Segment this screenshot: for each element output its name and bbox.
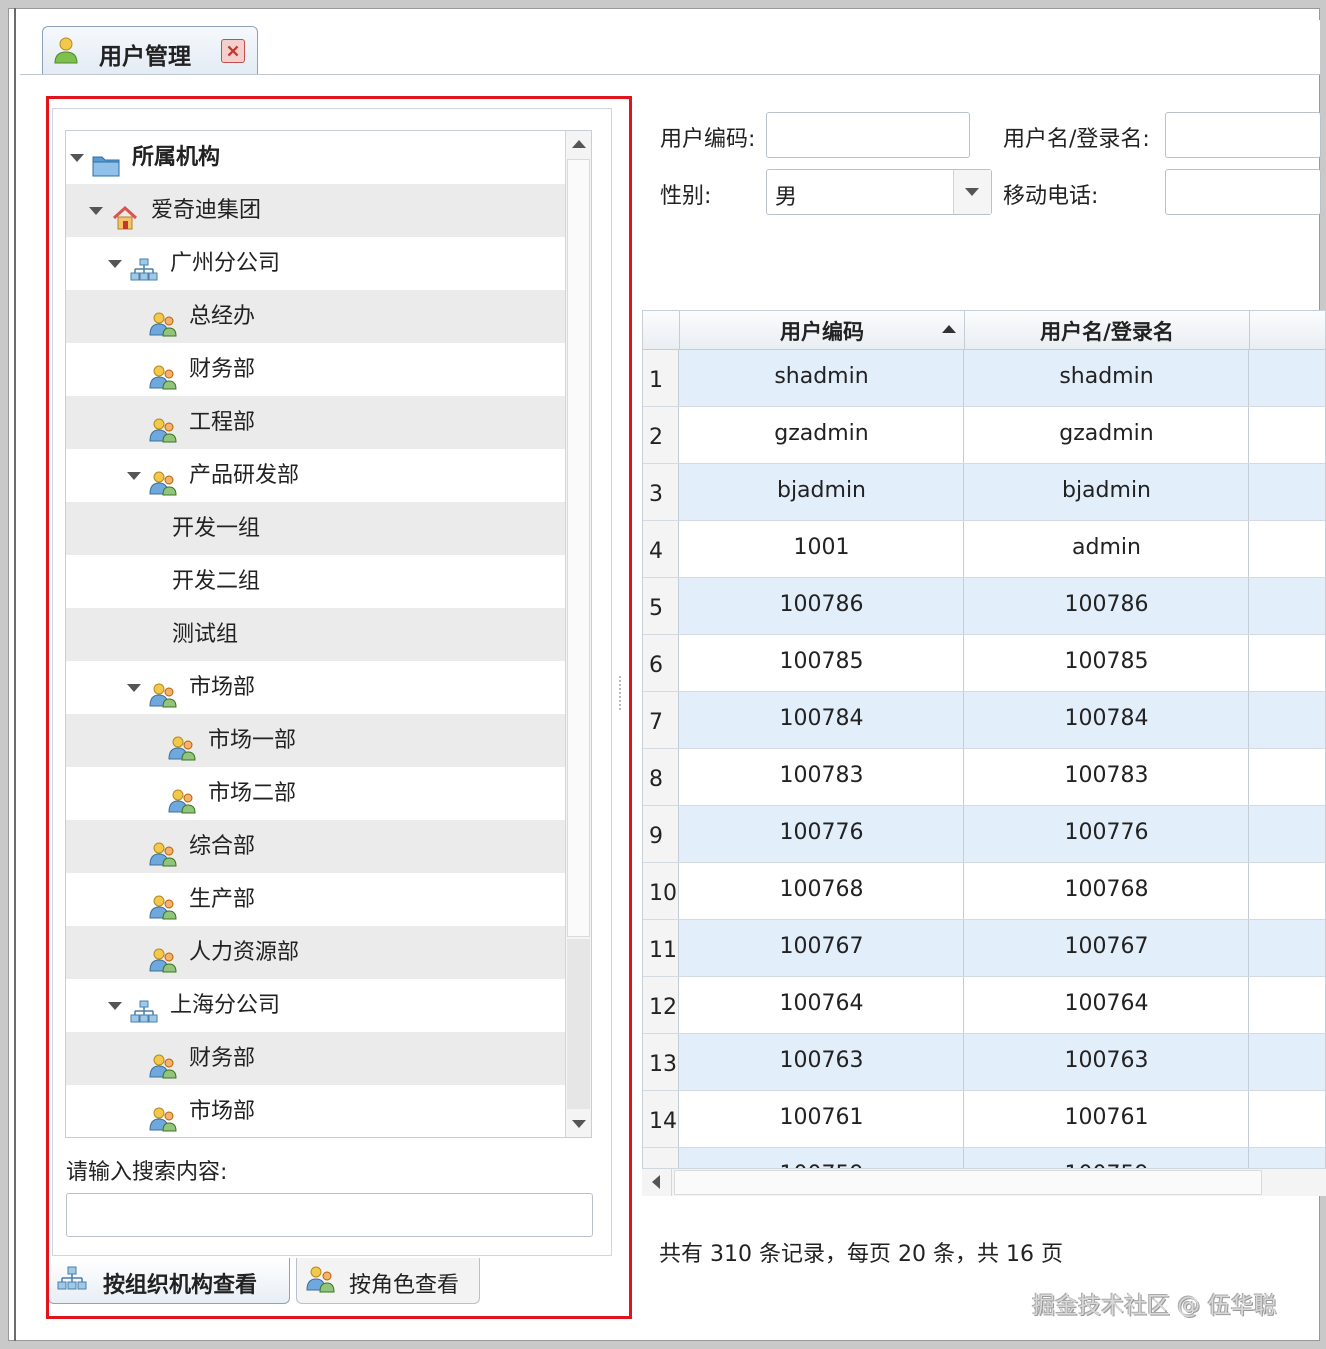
table-row[interactable]: 9 100776 100776 bbox=[643, 806, 1325, 863]
phone-input[interactable] bbox=[1165, 169, 1321, 215]
row-number: 3 bbox=[643, 464, 679, 520]
grid-horizontal-scrollbar[interactable] bbox=[642, 1168, 1326, 1196]
table-row[interactable]: 14 100761 100761 bbox=[643, 1091, 1325, 1148]
cell-user-code[interactable]: 100776 bbox=[680, 806, 964, 862]
tab-bar: 用户管理 bbox=[20, 20, 1320, 75]
cell-username[interactable]: 100785 bbox=[965, 635, 1249, 691]
pagination-summary: 共有 310 条记录，每页 20 条，共 16 页 bbox=[659, 1242, 1063, 1267]
user-code-input[interactable] bbox=[766, 112, 970, 158]
gender-value: 男 bbox=[775, 185, 798, 210]
cell-username[interactable]: 100767 bbox=[965, 920, 1249, 976]
table-row[interactable]: 8 100783 100783 bbox=[643, 749, 1325, 806]
row-number: 13 bbox=[643, 1034, 679, 1090]
table-row[interactable]: 6 100785 100785 bbox=[643, 635, 1325, 692]
cell-user-code[interactable]: 100785 bbox=[680, 635, 964, 691]
table-row[interactable]: 12 100764 100764 bbox=[643, 977, 1325, 1034]
watermark: 掘金技术社区 @ 伍华聪 bbox=[1032, 1293, 1277, 1319]
cell-username[interactable]: 100761 bbox=[965, 1091, 1249, 1147]
splitter-handle[interactable] bbox=[619, 676, 622, 710]
chevron-down-icon[interactable] bbox=[953, 170, 991, 214]
cell-username[interactable]: bjadmin bbox=[965, 464, 1249, 520]
cell-user-code[interactable]: 100784 bbox=[680, 692, 964, 748]
gender-select[interactable]: 男 bbox=[766, 169, 992, 215]
close-icon[interactable] bbox=[221, 39, 245, 63]
cell-username[interactable]: shadmin bbox=[965, 350, 1249, 406]
scroll-left-icon[interactable] bbox=[642, 1169, 672, 1196]
column-header-next[interactable] bbox=[1250, 311, 1325, 350]
cell-user-code[interactable]: shadmin bbox=[680, 350, 964, 406]
username-label: 用户名/登录名: bbox=[1003, 127, 1150, 152]
row-number: 12 bbox=[643, 977, 679, 1033]
table-row[interactable]: 4 1001 admin bbox=[643, 521, 1325, 578]
cell-user-code[interactable]: 100767 bbox=[680, 920, 964, 976]
user-icon bbox=[54, 37, 78, 64]
cell-username[interactable]: admin bbox=[965, 521, 1249, 577]
row-number: 14 bbox=[643, 1091, 679, 1147]
window-edge bbox=[14, 8, 16, 1341]
table-row[interactable]: 5 100786 100786 bbox=[643, 578, 1325, 635]
cell-user-code[interactable]: gzadmin bbox=[680, 407, 964, 463]
column-header-label: 用户名/登录名 bbox=[1040, 320, 1174, 344]
cell-username[interactable]: 100784 bbox=[965, 692, 1249, 748]
row-number-header bbox=[643, 311, 680, 350]
row-number: 8 bbox=[643, 749, 679, 805]
table-row[interactable]: 3 bjadmin bjadmin bbox=[643, 464, 1325, 521]
row-number: 9 bbox=[643, 806, 679, 862]
table-row[interactable]: 13 100763 100763 bbox=[643, 1034, 1325, 1091]
column-header-username[interactable]: 用户名/登录名 bbox=[965, 311, 1250, 350]
row-number: 11 bbox=[643, 920, 679, 976]
cell-user-code[interactable]: 100786 bbox=[680, 578, 964, 634]
row-number: 7 bbox=[643, 692, 679, 748]
highlight-box bbox=[46, 96, 632, 1319]
column-header-user-code[interactable]: 用户编码 bbox=[680, 311, 965, 350]
table-row[interactable]: 7 100784 100784 bbox=[643, 692, 1325, 749]
cell-username[interactable]: 100783 bbox=[965, 749, 1249, 805]
tab-user-management[interactable]: 用户管理 bbox=[42, 26, 258, 74]
table-row[interactable]: 2 gzadmin gzadmin bbox=[643, 407, 1325, 464]
phone-label: 移动电话: bbox=[1003, 184, 1099, 209]
grid-header: 用户编码 用户名/登录名 bbox=[643, 311, 1325, 350]
user-code-label: 用户编码: bbox=[660, 127, 756, 152]
user-grid: 用户编码 用户名/登录名 1 shadmin shadmin 2 gzadmin gzad… bbox=[642, 310, 1326, 1196]
cell-user-code[interactable]: 100761 bbox=[680, 1091, 964, 1147]
cell-username[interactable]: 100786 bbox=[965, 578, 1249, 634]
cell-user-code[interactable]: 100783 bbox=[680, 749, 964, 805]
row-number: 6 bbox=[643, 635, 679, 691]
cell-user-code[interactable]: 100768 bbox=[680, 863, 964, 919]
cell-user-code[interactable]: bjadmin bbox=[680, 464, 964, 520]
row-number: 5 bbox=[643, 578, 679, 634]
sort-ascending-icon bbox=[942, 325, 956, 333]
cell-username[interactable]: 100763 bbox=[965, 1034, 1249, 1090]
scrollbar-thumb[interactable] bbox=[674, 1170, 1262, 1195]
cell-username[interactable]: gzadmin bbox=[965, 407, 1249, 463]
row-number: 2 bbox=[643, 407, 679, 463]
row-number: 4 bbox=[643, 521, 679, 577]
tab-title: 用户管理 bbox=[99, 44, 191, 70]
cell-user-code[interactable]: 1001 bbox=[680, 521, 964, 577]
row-number: 1 bbox=[643, 350, 679, 406]
column-header-label: 用户编码 bbox=[780, 320, 864, 344]
cell-username[interactable]: 100764 bbox=[965, 977, 1249, 1033]
table-row[interactable]: 1 shadmin shadmin bbox=[643, 350, 1325, 407]
cell-user-code[interactable]: 100764 bbox=[680, 977, 964, 1033]
username-input[interactable] bbox=[1165, 112, 1321, 158]
cell-user-code[interactable]: 100763 bbox=[680, 1034, 964, 1090]
row-number: 10 bbox=[643, 863, 679, 919]
cell-username[interactable]: 100768 bbox=[965, 863, 1249, 919]
table-row[interactable]: 11 100767 100767 bbox=[643, 920, 1325, 977]
cell-username[interactable]: 100776 bbox=[965, 806, 1249, 862]
table-row[interactable]: 10 100768 100768 bbox=[643, 863, 1325, 920]
gender-label: 性别: bbox=[660, 184, 712, 209]
